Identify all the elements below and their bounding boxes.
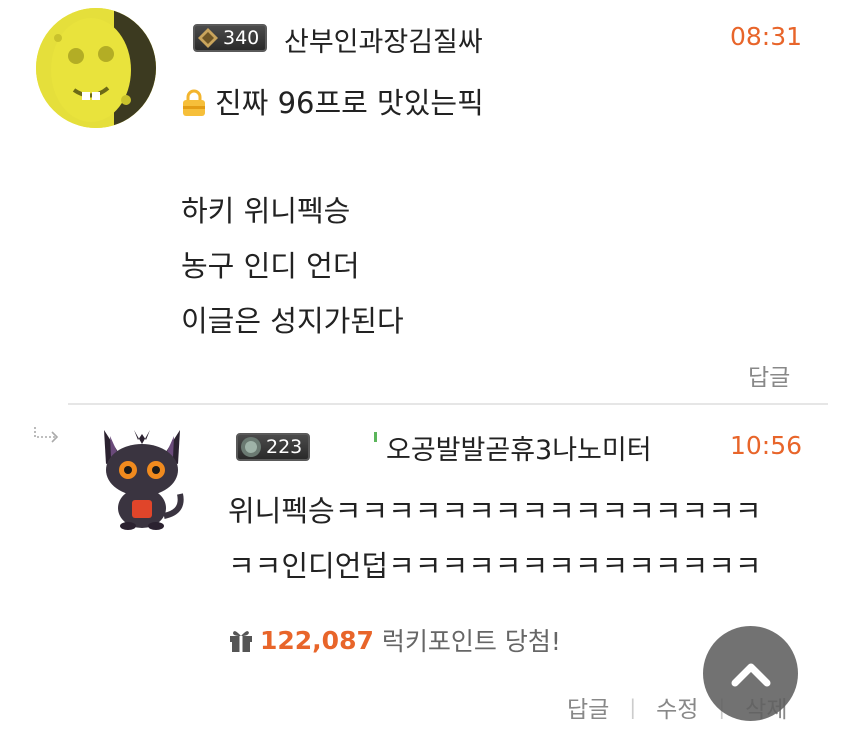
- comment-line: 하키 위니펙승: [181, 194, 351, 228]
- nickname[interactable]: 산부인과장김질싸: [284, 20, 483, 59]
- level-badge-icon: [241, 437, 261, 457]
- nickname[interactable]: 오공발발곧휴3나노미터: [386, 428, 652, 467]
- reply-button[interactable]: 답글: [748, 358, 790, 392]
- reply-button[interactable]: 답글: [567, 690, 609, 724]
- level-badge: 340: [193, 24, 268, 52]
- lucky-points-text: 럭키포인트 당첨!: [381, 627, 561, 656]
- lucky-points: 122,087 럭키포인트 당첨!: [228, 622, 561, 658]
- reply-time: 10:56: [730, 431, 803, 460]
- avatar[interactable]: [92, 424, 192, 532]
- comment-line: 농구 인디 언더: [181, 249, 360, 283]
- level-badge: 223: [236, 433, 311, 461]
- level-badge-icon: [198, 28, 218, 48]
- reply-line: 위니펙승ㅋㅋㅋㅋㅋㅋㅋㅋㅋㅋㅋㅋㅋㅋㅋㅋ: [228, 494, 762, 528]
- divider: [68, 403, 828, 405]
- edit-button[interactable]: 수정: [656, 690, 698, 724]
- comment-time: 08:31: [730, 22, 803, 51]
- level-number: 223: [266, 436, 303, 458]
- scroll-top-button[interactable]: [703, 626, 798, 721]
- avatar-cat-icon: [104, 430, 184, 530]
- avatar[interactable]: [36, 8, 156, 128]
- lock-icon: [183, 89, 205, 116]
- comment-line: 이글은 성지가된다: [181, 304, 404, 338]
- comment-first-line: 진짜 96프로 맛있는픽: [181, 88, 484, 118]
- reply-arrow-icon: [34, 427, 59, 443]
- lucky-points-number: 122,087: [260, 625, 374, 655]
- comment-text-first: 진짜 96프로 맛있는픽: [215, 86, 484, 120]
- level-number: 340: [223, 27, 260, 49]
- reply-line: ㅋㅋ인디언덥ㅋㅋㅋㅋㅋㅋㅋㅋㅋㅋㅋㅋㅋㅋ: [228, 549, 762, 583]
- gift-icon: [230, 631, 252, 652]
- chevron-up-icon: [731, 663, 770, 686]
- online-indicator: [374, 432, 377, 442]
- avatar-sponge-icon: [36, 8, 156, 128]
- separator: |: [629, 695, 637, 719]
